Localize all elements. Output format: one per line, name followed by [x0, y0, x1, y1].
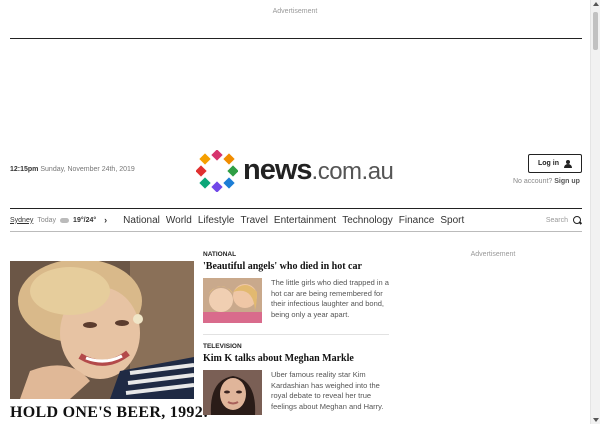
story-title[interactable]: Kim K talks about Meghan Markle [203, 353, 389, 364]
story-card[interactable]: TELEVISION Kim K talks about Meghan Mark… [203, 343, 389, 415]
nav-divider-bottom [10, 231, 582, 232]
chevron-right-icon[interactable]: › [104, 215, 107, 225]
scroll-thumb[interactable] [593, 12, 598, 50]
hero-headline[interactable]: HOLD ONE'S BEER, 1992: [10, 404, 209, 422]
story-thumbnail[interactable] [203, 278, 262, 323]
hero-image[interactable] [10, 261, 194, 399]
weather-city[interactable]: Sydney [10, 217, 33, 224]
current-time: 12:15pm [10, 166, 39, 173]
ad-label-side: Advertisement [470, 251, 516, 258]
nav-item-finance[interactable]: Finance [399, 215, 435, 226]
hero-photo [10, 261, 194, 399]
story-category[interactable]: TELEVISION [203, 343, 389, 350]
login-label: Log in [538, 160, 559, 167]
weather-day: Today [37, 216, 57, 224]
logo-dots-icon [196, 150, 238, 192]
nav-item-technology[interactable]: Technology [342, 215, 393, 226]
search-button[interactable]: Search [545, 215, 582, 225]
logo-wordmark: news.com.au [243, 154, 394, 187]
nav-item-world[interactable]: World [166, 215, 192, 226]
site-logo[interactable]: news.com.au [196, 150, 406, 192]
main-nav: Sydney Today 19°/24° › National World Li… [10, 209, 582, 231]
current-date: Sunday, November 24th, 2019 [40, 166, 135, 173]
logo-main: news [243, 154, 313, 186]
story-description: Uber famous reality star Kim Kardashian … [271, 370, 384, 411]
scroll-up-arrow-icon[interactable] [593, 2, 599, 6]
divider [10, 38, 582, 39]
login-button[interactable]: Log in [528, 154, 582, 173]
story-thumbnail[interactable] [203, 370, 262, 415]
nav-item-travel[interactable]: Travel [241, 215, 268, 226]
no-account-prompt: No account? Sign up [513, 178, 580, 185]
nav-links: National World Lifestyle Travel Entertai… [123, 215, 464, 226]
date-time: 12:15pm Sunday, November 24th, 2019 [10, 166, 135, 173]
user-icon [564, 159, 572, 168]
weather-temps: 19°/24° [73, 216, 97, 224]
ad-label-top: Advertisement [272, 8, 318, 15]
nav-item-sport[interactable]: Sport [440, 215, 464, 226]
scroll-down-arrow-icon[interactable] [593, 418, 599, 422]
story-title[interactable]: 'Beautiful angels' who died in hot car [203, 261, 389, 272]
story-divider [203, 334, 389, 335]
story-card[interactable]: NATIONAL 'Beautiful angels' who died in … [203, 251, 389, 323]
nav-item-entertainment[interactable]: Entertainment [274, 215, 336, 226]
search-icon [573, 215, 582, 225]
no-account-text: No account? [513, 178, 553, 185]
search-label: Search [545, 216, 568, 224]
nav-item-lifestyle[interactable]: Lifestyle [198, 215, 235, 226]
story-photo [203, 278, 262, 323]
story-description: The little girls who died trapped in a h… [271, 278, 389, 319]
signup-link[interactable]: Sign up [554, 178, 580, 185]
weather-widget[interactable]: Sydney Today 19°/24° › [10, 215, 107, 225]
story-category[interactable]: NATIONAL [203, 251, 389, 258]
nav-item-national[interactable]: National [123, 215, 160, 226]
scrollbar[interactable] [590, 0, 600, 424]
logo-domain: .com.au [311, 158, 394, 185]
story-photo [203, 370, 262, 415]
cloud-icon [60, 217, 70, 223]
